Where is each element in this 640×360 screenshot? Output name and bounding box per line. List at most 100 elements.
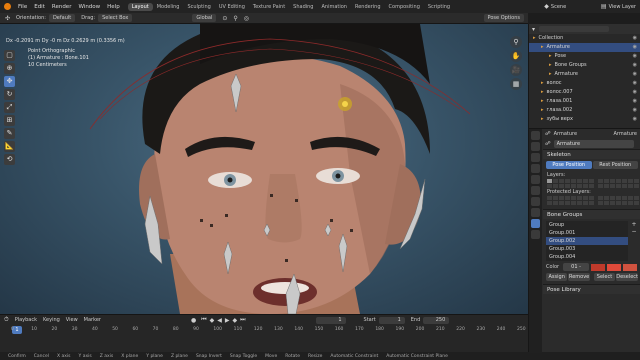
view-layer-tab-icon[interactable] (531, 164, 540, 173)
transform-orientation-dropdown[interactable]: Global (192, 14, 217, 22)
pivot-icon[interactable]: ⊙ (222, 15, 227, 22)
workspace-tab-uv-editing[interactable]: UV Editing (215, 3, 249, 11)
menu-file[interactable]: File (18, 4, 27, 10)
drag-dropdown[interactable]: Select Box (98, 14, 133, 22)
object-tab-icon[interactable] (531, 197, 540, 206)
menu-edit[interactable]: Edit (34, 4, 45, 10)
pose-position-button[interactable]: Pose Position (546, 161, 592, 169)
visibility-eye-icon[interactable]: ◉ (633, 88, 637, 97)
workspace-tab-sculpting[interactable]: Sculpting (183, 3, 214, 11)
armature-data-tab-icon[interactable] (531, 219, 540, 228)
layer-toggle[interactable] (604, 201, 609, 205)
layer-toggle[interactable] (616, 196, 621, 200)
layer-toggle[interactable] (634, 201, 639, 205)
layer-toggle[interactable] (589, 201, 594, 205)
scene-selector[interactable]: Scene (551, 4, 601, 10)
layer-toggle[interactable] (616, 179, 621, 183)
layer-toggle[interactable] (598, 179, 603, 183)
layer-toggle[interactable] (583, 201, 588, 205)
layer-toggle[interactable] (547, 196, 552, 200)
zoom-icon[interactable]: ⚲ (510, 36, 522, 48)
render-tab-icon[interactable] (531, 142, 540, 151)
select-button[interactable]: Select (593, 273, 616, 281)
layer-toggle[interactable] (577, 196, 582, 200)
bone-group-item[interactable]: Group (546, 221, 628, 229)
layer-toggle[interactable] (616, 201, 621, 205)
cursor-tool-icon[interactable]: ⊕ (4, 63, 15, 74)
layer-toggle[interactable] (622, 184, 627, 188)
color-swatch-1[interactable] (591, 263, 606, 271)
outliner-item[interactable]: ▸ Bone Groups ◉ (529, 61, 640, 70)
layer-toggle[interactable] (610, 179, 615, 183)
layer-toggle[interactable] (610, 184, 615, 188)
outliner-item[interactable]: ▸ Armature ◉ (529, 43, 640, 52)
bone-group-item[interactable]: Group.003 (546, 245, 628, 253)
layer-toggle[interactable] (616, 184, 621, 188)
layer-toggle[interactable] (577, 179, 582, 183)
layer-toggle[interactable] (598, 196, 603, 200)
layer-toggle[interactable] (598, 201, 603, 205)
workspace-tab-animation[interactable]: Animation (317, 3, 351, 11)
3d-viewport[interactable]: Dx -0.2091 m Dy -0 m Dz 0.2629 m (0.3356… (0, 24, 528, 314)
outliner-item[interactable]: ▸ Pose ◉ (529, 52, 640, 61)
bone-tab-icon[interactable] (531, 230, 540, 239)
layer-toggle[interactable] (547, 201, 552, 205)
layer-toggle[interactable] (610, 196, 615, 200)
workspace-tab-modeling[interactable]: Modeling (153, 3, 184, 11)
layers-grid-right[interactable] (598, 179, 640, 188)
measure-tool-icon[interactable]: 📐 (4, 141, 15, 152)
workspace-tab-compositing[interactable]: Compositing (385, 3, 424, 11)
color-set-dropdown[interactable]: 01 - (563, 263, 590, 271)
orientation-dropdown[interactable]: Default (48, 14, 76, 22)
workspace-tab-scripting[interactable]: Scripting (424, 3, 454, 11)
workspace-tab-texture-paint[interactable]: Texture Paint (249, 3, 289, 11)
outliner-search-field[interactable] (539, 26, 610, 32)
layer-toggle[interactable] (598, 184, 603, 188)
pose-library-panel-header[interactable]: Pose Library (543, 284, 640, 294)
layer-toggle[interactable] (628, 201, 633, 205)
proportional-icon[interactable]: ◎ (244, 15, 249, 22)
outliner-item[interactable]: ▸ глаза.002 ◉ (529, 106, 640, 115)
layer-toggle[interactable] (559, 196, 564, 200)
protected-layers-grid-right[interactable] (598, 196, 640, 205)
layer-toggle[interactable] (634, 196, 639, 200)
layer-toggle[interactable] (628, 179, 633, 183)
bone-groups-panel-header[interactable]: Bone Groups (543, 209, 640, 219)
workspace-tab-rendering[interactable]: Rendering (351, 3, 385, 11)
layer-toggle[interactable] (628, 196, 633, 200)
perspective-toggle-icon[interactable]: ▦ (510, 78, 522, 90)
layer-toggle[interactable] (583, 196, 588, 200)
visibility-eye-icon[interactable]: ◉ (633, 43, 637, 52)
outliner-item[interactable]: ▸ зубы верх ◉ (529, 115, 640, 124)
deselect-button[interactable]: Deselect (616, 273, 639, 281)
world-tab-icon[interactable] (531, 186, 540, 195)
transform-tool-icon[interactable]: ⊞ (4, 115, 15, 126)
menu-window[interactable]: Window (78, 4, 100, 10)
layer-toggle[interactable] (553, 196, 558, 200)
layer-toggle[interactable] (634, 179, 639, 183)
layers-grid-left[interactable] (547, 179, 594, 188)
outliner-item[interactable]: ▸ Collection ◉ (529, 34, 640, 43)
bone-group-item[interactable]: Group.001 (546, 229, 628, 237)
workspace-tab-shading[interactable]: Shading (289, 3, 317, 11)
menu-help[interactable]: Help (107, 4, 120, 10)
move-tool-icon[interactable]: ✥ (4, 76, 15, 87)
pose-options-dropdown[interactable]: Pose Options (483, 14, 524, 22)
skeleton-panel-header[interactable]: Skeleton (543, 149, 640, 159)
layer-toggle[interactable] (565, 196, 570, 200)
visibility-eye-icon[interactable]: ◉ (633, 115, 637, 124)
layer-toggle[interactable] (577, 201, 582, 205)
layer-toggle[interactable] (565, 179, 570, 183)
layer-toggle[interactable] (571, 179, 576, 183)
add-group-icon[interactable]: + (630, 221, 638, 228)
assign-button[interactable]: Assign (546, 273, 568, 281)
filter-icon[interactable]: ▾ (532, 26, 535, 33)
layer-toggle[interactable] (559, 179, 564, 183)
workspace-tab-layout[interactable]: Layout (127, 2, 153, 11)
menu-render[interactable]: Render (52, 4, 72, 10)
layer-toggle[interactable] (604, 196, 609, 200)
mode-icon[interactable]: ✣ (5, 15, 10, 22)
tool-tab-icon[interactable] (531, 131, 540, 140)
remove-button[interactable]: Remove (568, 273, 590, 281)
layer-toggle[interactable] (589, 196, 594, 200)
